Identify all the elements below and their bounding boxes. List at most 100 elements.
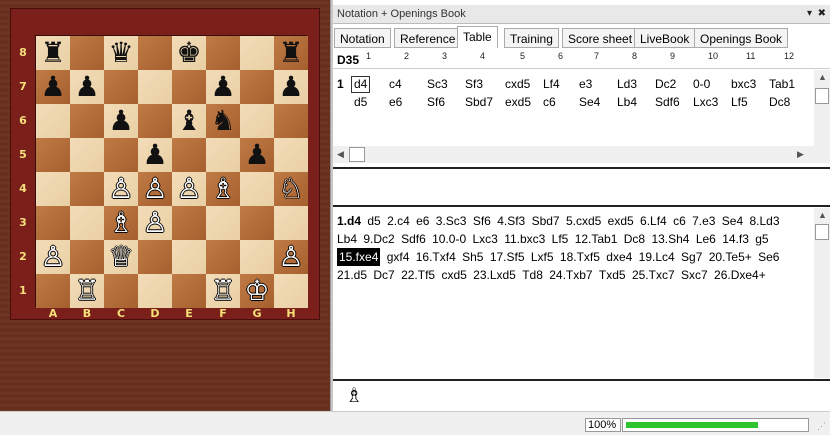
square-e2[interactable] bbox=[172, 240, 206, 274]
white-piece-icon[interactable]: ♘ bbox=[278, 172, 303, 206]
notation-move[interactable]: 24.Txb7 bbox=[549, 266, 592, 284]
square-e4[interactable]: ♙ bbox=[172, 172, 206, 206]
table-cell-white[interactable]: d4 bbox=[351, 76, 371, 93]
square-h7[interactable]: ♟ bbox=[274, 70, 308, 104]
notation-move[interactable]: 25.Txc7 bbox=[632, 266, 675, 284]
white-piece-icon[interactable]: ♙ bbox=[176, 172, 201, 206]
notation-move[interactable]: 8.Ld3 bbox=[750, 212, 780, 230]
black-piece-icon[interactable]: ♟ bbox=[40, 70, 65, 104]
notation-move[interactable]: gxf4 bbox=[387, 248, 410, 266]
table-cell-white[interactable]: Dc2 bbox=[655, 76, 676, 93]
table-cell-white[interactable]: cxd5 bbox=[505, 76, 530, 93]
divider[interactable] bbox=[333, 167, 830, 169]
notation-vertical-scrollbar[interactable]: ▲ bbox=[814, 208, 830, 378]
square-e3[interactable] bbox=[172, 206, 206, 240]
notation-move[interactable]: Sg7 bbox=[681, 248, 702, 266]
notation-move[interactable]: c6 bbox=[673, 212, 686, 230]
square-b6[interactable] bbox=[70, 104, 104, 138]
tab-reference[interactable]: Reference bbox=[394, 28, 462, 48]
notation-move[interactable]: 11.bxc3 bbox=[504, 230, 545, 248]
white-piece-icon[interactable]: ♖ bbox=[210, 274, 235, 308]
white-piece-icon[interactable]: ♖ bbox=[74, 274, 99, 308]
scroll-right-icon[interactable]: ▶ bbox=[797, 149, 804, 160]
white-piece-icon[interactable]: ♔ bbox=[244, 274, 269, 308]
white-piece-icon[interactable]: ♕ bbox=[108, 240, 133, 274]
tab-training[interactable]: Training bbox=[504, 28, 559, 48]
square-d7[interactable] bbox=[138, 70, 172, 104]
notation-move[interactable]: 4.Sf3 bbox=[497, 212, 525, 230]
black-piece-icon[interactable]: ♚ bbox=[176, 36, 201, 70]
notation-move[interactable]: 19.Lc4 bbox=[639, 248, 675, 266]
square-c8[interactable]: ♛ bbox=[104, 36, 138, 70]
square-e5[interactable] bbox=[172, 138, 206, 172]
notation-move[interactable]: 12.Tab1 bbox=[575, 230, 618, 248]
notation-move[interactable]: 13.Sh4 bbox=[651, 230, 689, 248]
notation-move[interactable]: 18.Txf5 bbox=[560, 248, 600, 266]
square-b3[interactable] bbox=[70, 206, 104, 240]
tab-livebook[interactable]: LiveBook bbox=[634, 28, 696, 48]
notation-move[interactable]: Se4 bbox=[722, 212, 743, 230]
table-cell-black[interactable]: Se4 bbox=[579, 94, 600, 111]
scroll-thumb[interactable] bbox=[349, 147, 365, 162]
pin-icon[interactable]: ▾ bbox=[807, 8, 812, 19]
white-piece-icon[interactable]: ♗ bbox=[108, 206, 133, 240]
black-piece-icon[interactable]: ♟ bbox=[74, 70, 99, 104]
table-cell-black[interactable]: d5 bbox=[354, 94, 367, 111]
square-b2[interactable] bbox=[70, 240, 104, 274]
square-g6[interactable] bbox=[240, 104, 274, 138]
square-e7[interactable] bbox=[172, 70, 206, 104]
notation-move[interactable]: Sxc7 bbox=[681, 266, 708, 284]
black-piece-icon[interactable]: ♞ bbox=[210, 104, 235, 138]
white-piece-icon[interactable]: ♙ bbox=[142, 206, 167, 240]
square-d8[interactable] bbox=[138, 36, 172, 70]
notation-move[interactable]: 26.Dxe4+ bbox=[714, 266, 766, 284]
square-c3[interactable]: ♗ bbox=[104, 206, 138, 240]
square-d4[interactable]: ♙ bbox=[138, 172, 172, 206]
notation-move[interactable]: 10.0-0 bbox=[432, 230, 466, 248]
white-piece-icon[interactable]: ♙ bbox=[40, 240, 65, 274]
square-a5[interactable] bbox=[36, 138, 70, 172]
notation-move[interactable]: e6 bbox=[416, 212, 429, 230]
table-vertical-scrollbar[interactable]: ▲ bbox=[814, 70, 830, 148]
square-h3[interactable] bbox=[274, 206, 308, 240]
notation-move[interactable]: Lb4 bbox=[337, 230, 357, 248]
square-g8[interactable] bbox=[240, 36, 274, 70]
square-c6[interactable]: ♟ bbox=[104, 104, 138, 138]
white-piece-icon[interactable]: ♙ bbox=[278, 240, 303, 274]
black-piece-icon[interactable]: ♟ bbox=[108, 104, 133, 138]
notation-move[interactable]: Sdf6 bbox=[401, 230, 426, 248]
chess-board[interactable]: ♜ ♛ ♚ ♜ ♟ ♟ ♟ ♟ ♟ ♝ ♞ ♟ ♟ ♙ ♙ ♙ ♗ ♘ ♗ ♙ ♙ ♕ ♙ ♖ ♖ ♔ bbox=[35, 35, 308, 308]
notation-move[interactable]: Le6 bbox=[696, 230, 716, 248]
square-h2[interactable]: ♙ bbox=[274, 240, 308, 274]
square-g5[interactable]: ♟ bbox=[240, 138, 274, 172]
notation-move[interactable]: 6.Lf4 bbox=[640, 212, 667, 230]
black-piece-icon[interactable]: ♝ bbox=[176, 104, 201, 138]
square-f7[interactable]: ♟ bbox=[206, 70, 240, 104]
square-a4[interactable] bbox=[36, 172, 70, 206]
scroll-up-icon[interactable]: ▲ bbox=[818, 210, 827, 220]
square-g4[interactable] bbox=[240, 172, 274, 206]
square-c1[interactable] bbox=[104, 274, 138, 308]
notation-move[interactable]: Dc8 bbox=[624, 230, 645, 248]
notation-move[interactable]: 2.c4 bbox=[387, 212, 410, 230]
black-piece-icon[interactable]: ♜ bbox=[278, 36, 303, 70]
notation-move[interactable]: Se6 bbox=[758, 248, 779, 266]
tab-notation[interactable]: Notation bbox=[334, 28, 391, 48]
square-b5[interactable] bbox=[70, 138, 104, 172]
black-piece-icon[interactable]: ♜ bbox=[40, 36, 65, 70]
table-cell-white[interactable]: e3 bbox=[579, 76, 592, 93]
square-f6[interactable]: ♞ bbox=[206, 104, 240, 138]
square-b1[interactable]: ♖ bbox=[70, 274, 104, 308]
square-c2[interactable]: ♕ bbox=[104, 240, 138, 274]
white-piece-icon[interactable]: ♙ bbox=[108, 172, 133, 206]
white-piece-icon[interactable]: ♗ bbox=[210, 172, 235, 206]
table-cell-white[interactable]: Sc3 bbox=[427, 76, 448, 93]
square-e8[interactable]: ♚ bbox=[172, 36, 206, 70]
notation-move[interactable]: 1.d4 bbox=[337, 212, 361, 230]
close-icon[interactable]: ✖ bbox=[818, 8, 826, 19]
notation-move[interactable]: Sf6 bbox=[473, 212, 491, 230]
square-f3[interactable] bbox=[206, 206, 240, 240]
square-a3[interactable] bbox=[36, 206, 70, 240]
notation-move[interactable]: 14.f3 bbox=[722, 230, 749, 248]
notation-move[interactable]: 22.Tf5 bbox=[401, 266, 435, 284]
